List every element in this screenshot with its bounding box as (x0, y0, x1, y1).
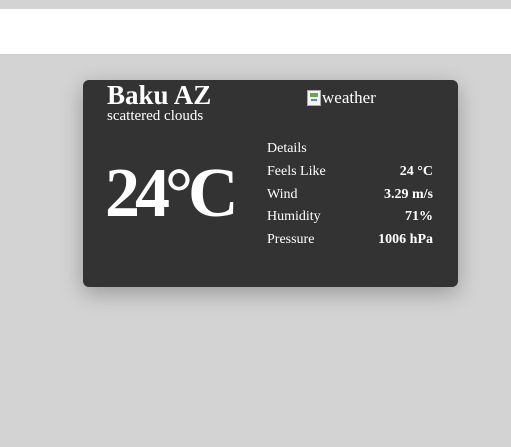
weather-image-alt-text: weather (322, 88, 376, 107)
detail-row-feels-like: Feels Like 24 °C (267, 163, 433, 186)
city-name: Baku AZ (107, 80, 212, 110)
details-heading: Details (267, 141, 307, 156)
detail-label: Feels Like (267, 164, 326, 179)
weather-description: scattered clouds (107, 108, 204, 124)
detail-value: 3.29 m/s (384, 186, 433, 202)
detail-value: 71% (405, 209, 433, 224)
broken-image-icon (307, 90, 321, 106)
detail-row-wind: Wind 3.29 m/s (267, 186, 433, 209)
detail-row-humidity: Humidity 71% (267, 208, 433, 231)
weather-image: weather (307, 88, 376, 108)
details-list: Feels Like 24 °C Wind 3.29 m/s Humidity … (267, 163, 433, 253)
weather-card: Baku AZ scattered clouds weather 24°C De… (83, 80, 458, 287)
detail-value: 24 °C (399, 164, 433, 179)
detail-label: Humidity (267, 209, 321, 224)
detail-row-pressure: Pressure 1006 hPa (267, 231, 433, 254)
detail-label: Pressure (267, 231, 315, 247)
detail-value: 1006 hPa (378, 231, 433, 247)
top-bar (0, 9, 511, 54)
detail-label: Wind (267, 186, 298, 202)
current-temperature: 24°C (105, 155, 239, 232)
